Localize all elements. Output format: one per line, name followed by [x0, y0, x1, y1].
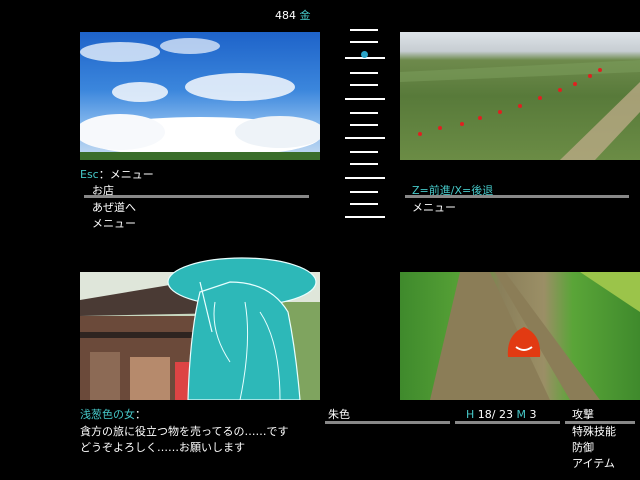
- command-divider: [565, 421, 635, 424]
- position-marker-icon: [361, 51, 368, 58]
- speaker-name: 浅葱色の女：: [80, 408, 146, 422]
- scale-tick: [350, 84, 378, 86]
- scale-tick: [345, 98, 385, 100]
- scale-tick: [350, 163, 378, 165]
- mp-value: 3: [529, 408, 537, 421]
- scale-tick: [350, 191, 378, 193]
- enemy-sprite[interactable]: [504, 323, 544, 359]
- ghost-woman-sprite: [167, 257, 317, 400]
- dialog-line-1: 貪方の旅に役立つ物を売ってるの……です: [80, 425, 289, 438]
- sky-clouds: [80, 38, 320, 160]
- money-display: 484 金: [275, 9, 311, 23]
- enemy-name: 朱色: [328, 408, 350, 421]
- menu-item-menu-right[interactable]: メニュー: [412, 201, 456, 215]
- player-stats: H 18/ 23 M 3: [466, 408, 536, 422]
- scale-tick: [345, 137, 385, 139]
- scale-tick: [350, 72, 378, 74]
- menu-item-path[interactable]: あぜ道へ: [92, 201, 136, 215]
- menu-item-menu[interactable]: メニュー: [92, 217, 136, 231]
- mp-label: M: [516, 408, 526, 421]
- hp-value: 18/ 23: [477, 408, 513, 421]
- command-attack[interactable]: 攻撃: [572, 408, 594, 422]
- menu-item-shop[interactable]: お店: [92, 184, 114, 198]
- move-divider: [405, 195, 629, 198]
- menu-divider: [84, 195, 309, 198]
- scale-tick: [350, 203, 378, 205]
- sky-scene-image: [80, 32, 320, 160]
- command-item[interactable]: アイテム: [572, 457, 615, 471]
- speaker-colon: ：: [135, 408, 146, 421]
- esc-key-label: Esc: [80, 168, 99, 181]
- scale-tick: [345, 216, 385, 218]
- scale-tick: [350, 29, 378, 31]
- dialog-line-2: どうぞよろしく……お願いします: [80, 441, 245, 454]
- command-defend[interactable]: 防御: [572, 441, 594, 455]
- field-path: [400, 60, 640, 160]
- scale-tick: [350, 151, 378, 153]
- esc-hint: Esc：メニュー: [80, 168, 154, 182]
- scale-tick: [350, 41, 378, 43]
- scale-tick: [350, 124, 378, 126]
- scale-tick: [350, 112, 378, 114]
- esc-hint-text: ：メニュー: [98, 168, 154, 181]
- currency-label: 金: [299, 9, 311, 22]
- money-value: 484: [275, 9, 296, 22]
- stats-divider: [455, 421, 560, 424]
- command-special[interactable]: 特殊技能: [572, 425, 616, 439]
- speaker-label: 浅葱色の女: [80, 408, 135, 421]
- scale-tick: [345, 177, 385, 179]
- enemy-name-divider: [325, 421, 450, 424]
- hp-label: H: [466, 408, 475, 421]
- field-scene-image: [400, 32, 640, 160]
